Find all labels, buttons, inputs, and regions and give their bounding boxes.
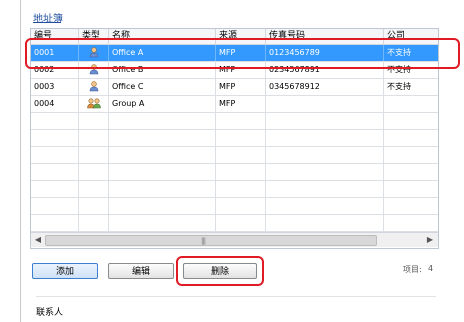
empty-cell [31,164,79,180]
empty-cell [79,215,109,231]
empty-cell [266,198,384,214]
empty-cell [109,130,216,146]
empty-table-row [31,181,438,198]
empty-cell [109,147,216,163]
empty-cell [384,215,438,231]
cell-fax [266,96,384,112]
empty-cell [384,130,438,146]
empty-cell [109,113,216,129]
edit-button[interactable]: 编辑 [108,263,174,279]
empty-cell [216,113,266,129]
person-icon [89,81,99,95]
add-button[interactable]: 添加 [32,263,98,279]
selected-row-highlight [25,38,460,69]
empty-cell [384,164,438,180]
empty-table-row [31,198,438,215]
item-count-label: 项目: [403,265,422,274]
cell-type [79,79,109,95]
cell-name: Group A [109,96,216,112]
table-row[interactable]: 0004 Group A MFP [31,96,438,113]
horizontal-scrollbar[interactable]: ◀ ||| ▶ [31,232,438,247]
cell-fax: 0345678912 [266,79,384,95]
chevron-left-icon[interactable]: ◀ [33,235,43,245]
empty-cell [31,198,79,214]
empty-cell [31,147,79,163]
empty-cell [31,181,79,197]
empty-cell [216,130,266,146]
empty-cell [79,181,109,197]
cell-number: 0004 [31,96,79,112]
empty-cell [266,130,384,146]
empty-cell [216,164,266,180]
cell-company: 不支持 [387,82,411,91]
cell-type [79,96,109,112]
scrollbar-thumb[interactable]: ||| [45,235,377,246]
cell-source: MFP [216,96,266,112]
empty-cell [79,113,109,129]
empty-cell [216,215,266,231]
empty-cell [216,198,266,214]
empty-cell [109,198,216,214]
empty-cell [31,113,79,129]
cell-number: 0003 [31,79,79,95]
item-count-value: 4 [428,264,434,273]
empty-table-row [31,215,438,232]
empty-cell [266,147,384,163]
contacts-divider [36,296,436,297]
empty-cell [109,215,216,231]
scrollbar-grip: ||| [201,237,206,245]
empty-cell [384,198,438,214]
empty-cell [79,164,109,180]
empty-table-row [31,147,438,164]
empty-cell [266,113,384,129]
empty-cell [31,215,79,231]
empty-cell [384,181,438,197]
left-divider [20,0,21,322]
empty-cell [109,164,216,180]
cell-name: Office C [109,79,216,95]
empty-cell [216,181,266,197]
empty-table-row [31,130,438,147]
cell-company [384,96,438,112]
empty-table-row [31,113,438,130]
title-underline [33,22,61,23]
empty-cell [79,198,109,214]
empty-cell [216,147,266,163]
empty-cell [384,147,438,163]
empty-cell [266,164,384,180]
delete-button-highlight [176,256,264,286]
cell-source: MFP [216,79,266,95]
table-row[interactable]: 0003 Office C MFP 0345678912 不支持 [31,79,438,96]
table-body: 0001 Office A MFP 0123456789 不支持 0002 Office B… [31,45,438,232]
empty-cell [79,147,109,163]
empty-cell [384,113,438,129]
chevron-right-icon[interactable]: ▶ [425,235,435,245]
empty-table-row [31,164,438,181]
empty-cell [79,130,109,146]
empty-cell [266,181,384,197]
empty-cell [109,181,216,197]
empty-cell [266,215,384,231]
group-icon [87,98,101,112]
empty-cell [31,130,79,146]
left-strip [0,0,22,322]
contacts-section-label: 联系人 [36,308,64,318]
